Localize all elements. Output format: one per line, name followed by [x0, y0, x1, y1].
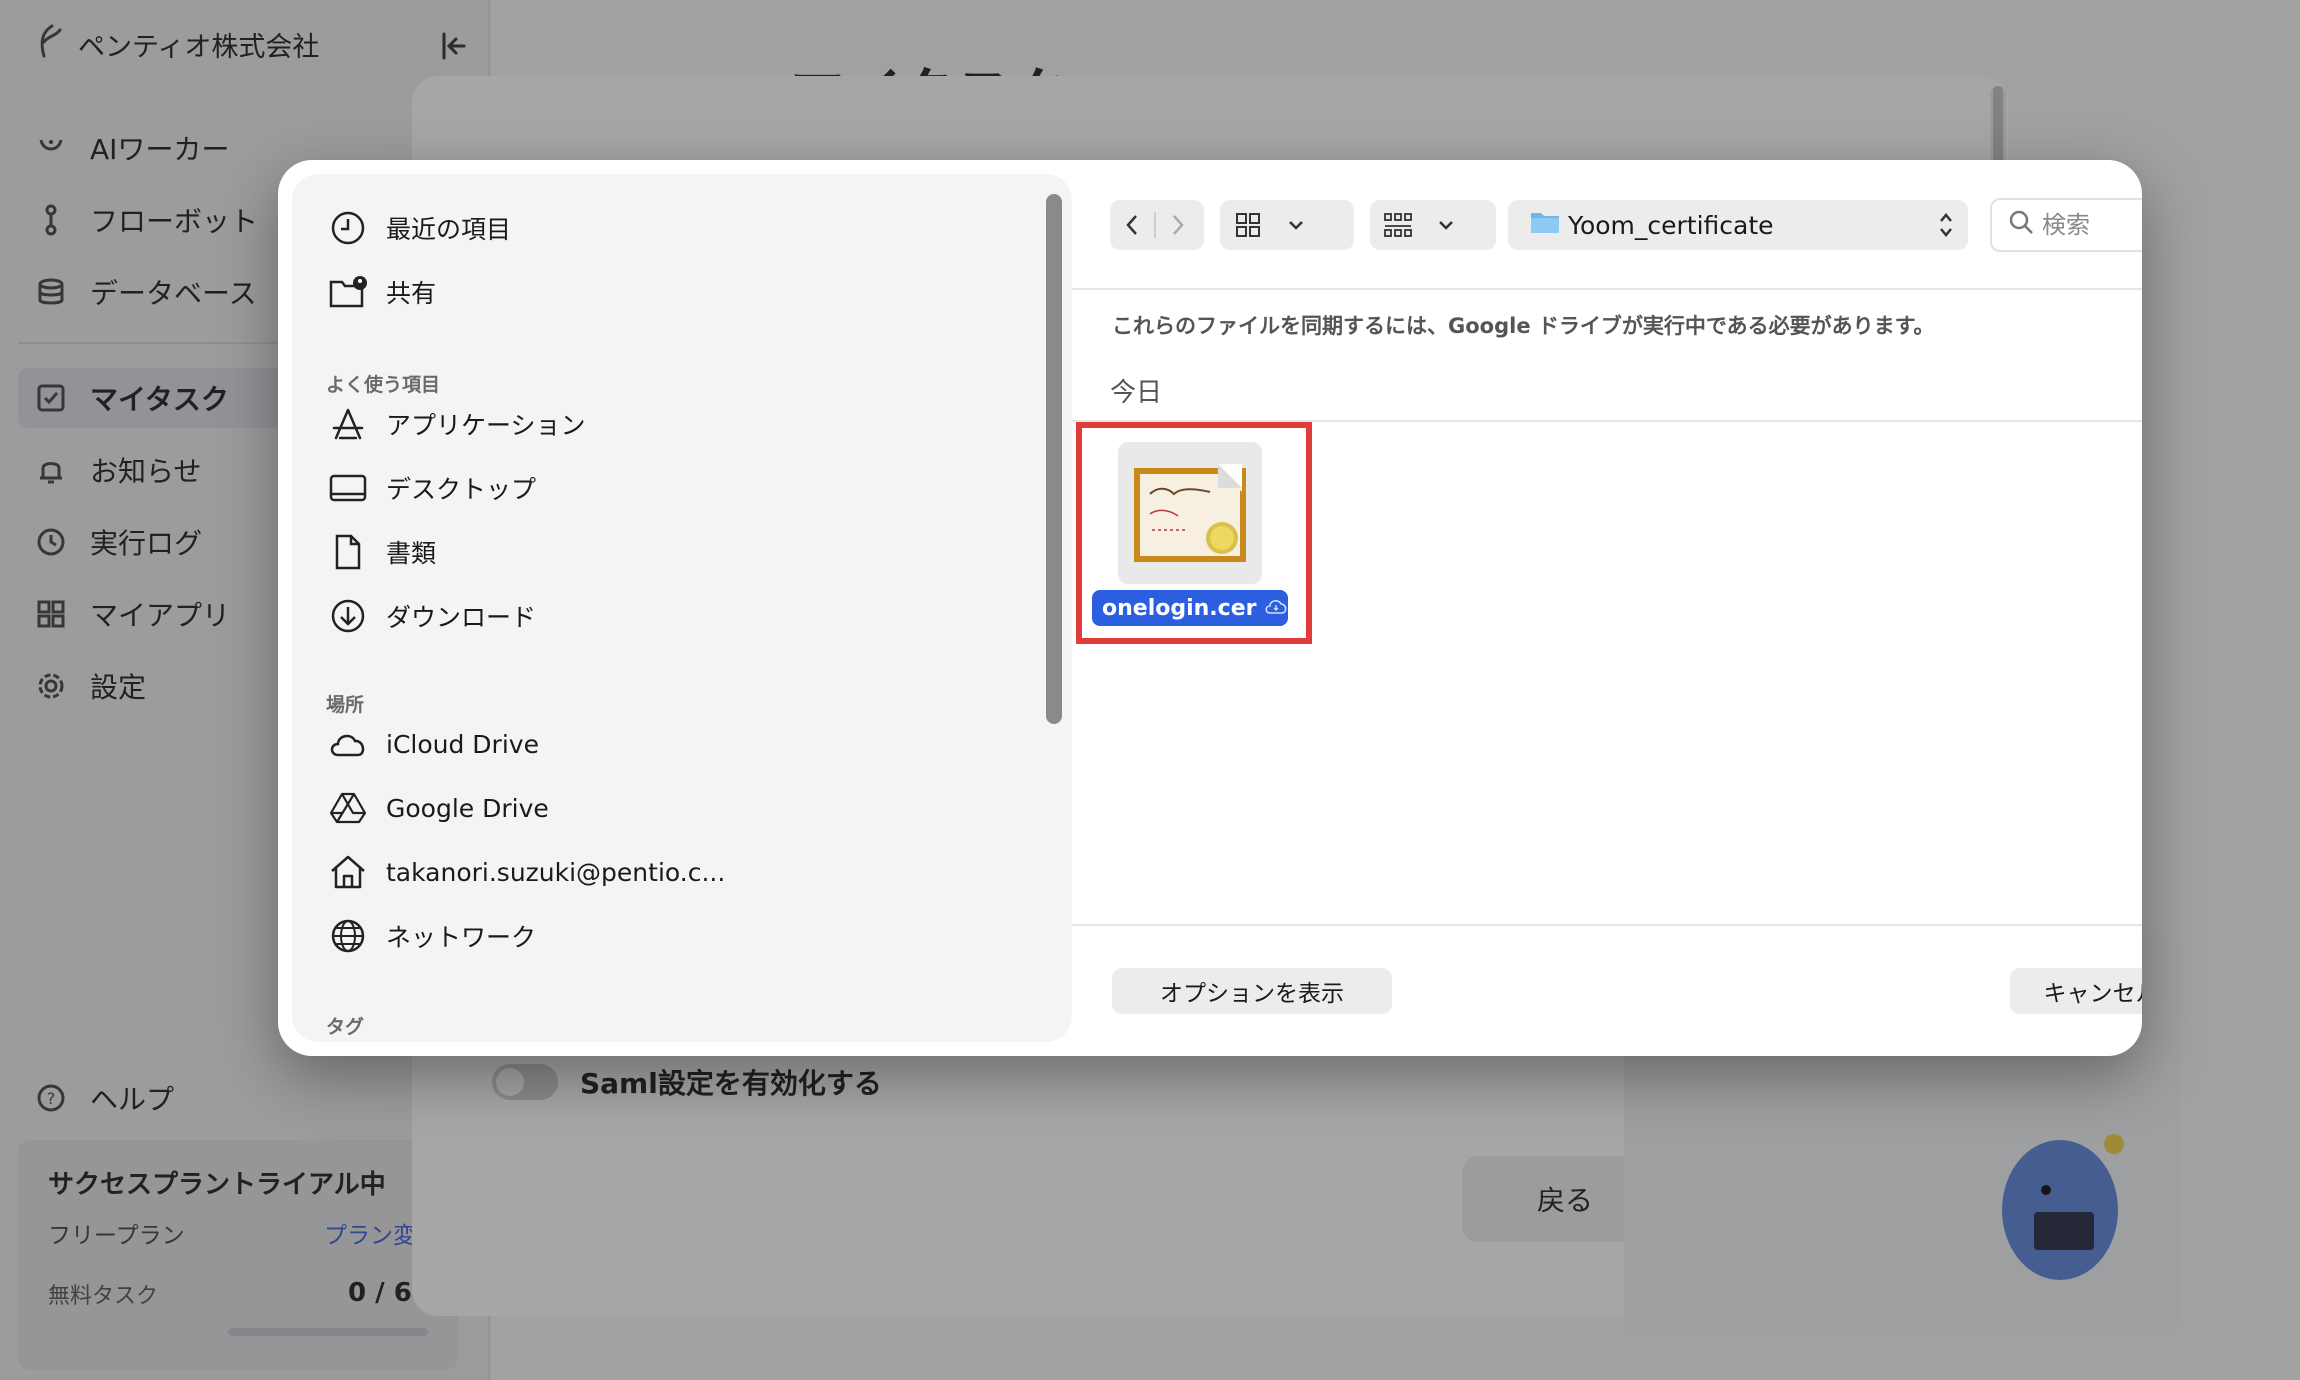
search-icon: [2008, 209, 2034, 241]
group-by-button[interactable]: [1370, 200, 1496, 250]
sidebar-item-google-drive[interactable]: Google Drive: [328, 784, 549, 832]
download-icon: [328, 596, 368, 636]
grid-view-icon: [1220, 200, 1276, 250]
group-grid-icon: [1370, 200, 1426, 250]
favorites-section-title: よく使う項目: [326, 374, 441, 396]
sidebar-item-icloud-drive[interactable]: iCloud Drive: [328, 720, 539, 768]
chevron-right-icon: [1173, 215, 1184, 235]
date-group-header: 今日: [1110, 378, 1163, 408]
file-name-label[interactable]: onelogin.cer: [1092, 590, 1288, 626]
folder-icon: [1530, 210, 1560, 240]
back-nav-button[interactable]: [1110, 200, 1154, 250]
sync-message: これらのファイルを同期するには、Google ドライブが実行中である必要がありま…: [1112, 314, 1935, 338]
tags-section-title: タグ: [326, 1016, 365, 1038]
certificate-file-icon[interactable]: [1118, 442, 1262, 584]
sidebar-item-network[interactable]: ネットワーク: [328, 912, 536, 960]
file-open-dialog: 最近の項目 共有 よく使う項目 アプリケーション デスクトップ 書類 ダウンロー…: [278, 160, 2142, 1056]
desktop-icon: [328, 468, 368, 508]
folder-path-select[interactable]: Yoom_certificate: [1508, 200, 1968, 250]
home-icon: [328, 852, 368, 892]
dialog-sidebar-scrollbar[interactable]: [1046, 194, 1062, 724]
search-field[interactable]: [1990, 198, 2142, 252]
dialog-toolbar: Yoom_certificate: [1072, 160, 2142, 290]
sidebar-item-recents[interactable]: 最近の項目: [328, 204, 511, 252]
applications-icon: [328, 404, 368, 444]
sidebar-item-desktop[interactable]: デスクトップ: [328, 464, 536, 512]
toolbar-divider: [1072, 288, 2142, 290]
recent-clock-icon: [328, 208, 368, 248]
cloud-icon: [328, 724, 368, 764]
forward-nav-button[interactable]: [1156, 200, 1200, 250]
dialog-sidebar: 最近の項目 共有 よく使う項目 アプリケーション デスクトップ 書類 ダウンロー…: [292, 174, 1072, 1042]
cloud-download-icon: [1264, 596, 1288, 621]
view-mode-button[interactable]: [1220, 200, 1354, 250]
sidebar-item-shared[interactable]: 共有: [328, 268, 436, 316]
sidebar-item-documents[interactable]: 書類: [328, 528, 436, 576]
search-input[interactable]: [2042, 211, 2142, 239]
document-icon: [328, 532, 368, 572]
cancel-button[interactable]: キャンセル: [2010, 968, 2142, 1014]
chevron-down-icon: [1276, 200, 1316, 250]
chevron-left-icon: [1126, 215, 1137, 235]
sidebar-item-downloads[interactable]: ダウンロード: [328, 592, 536, 640]
updown-chevron-icon: [1938, 210, 1954, 246]
google-drive-icon: [328, 788, 368, 828]
shared-folder-icon: [328, 272, 368, 312]
locations-section-title: 場所: [326, 694, 365, 716]
footer-divider: [1072, 924, 2142, 926]
chevron-down-icon: [1426, 200, 1466, 250]
sidebar-item-home-folder[interactable]: takanori.suzuki@pentio.c...: [328, 848, 725, 896]
sidebar-item-applications[interactable]: アプリケーション: [328, 400, 586, 448]
nav-button-group: [1110, 200, 1204, 250]
network-globe-icon: [328, 916, 368, 956]
show-options-button[interactable]: オプションを表示: [1112, 968, 1392, 1014]
dialog-main-pane: Yoom_certificate これらのファイルを同期するには、Google …: [1072, 160, 2142, 1056]
current-folder-name: Yoom_certificate: [1568, 210, 1774, 240]
